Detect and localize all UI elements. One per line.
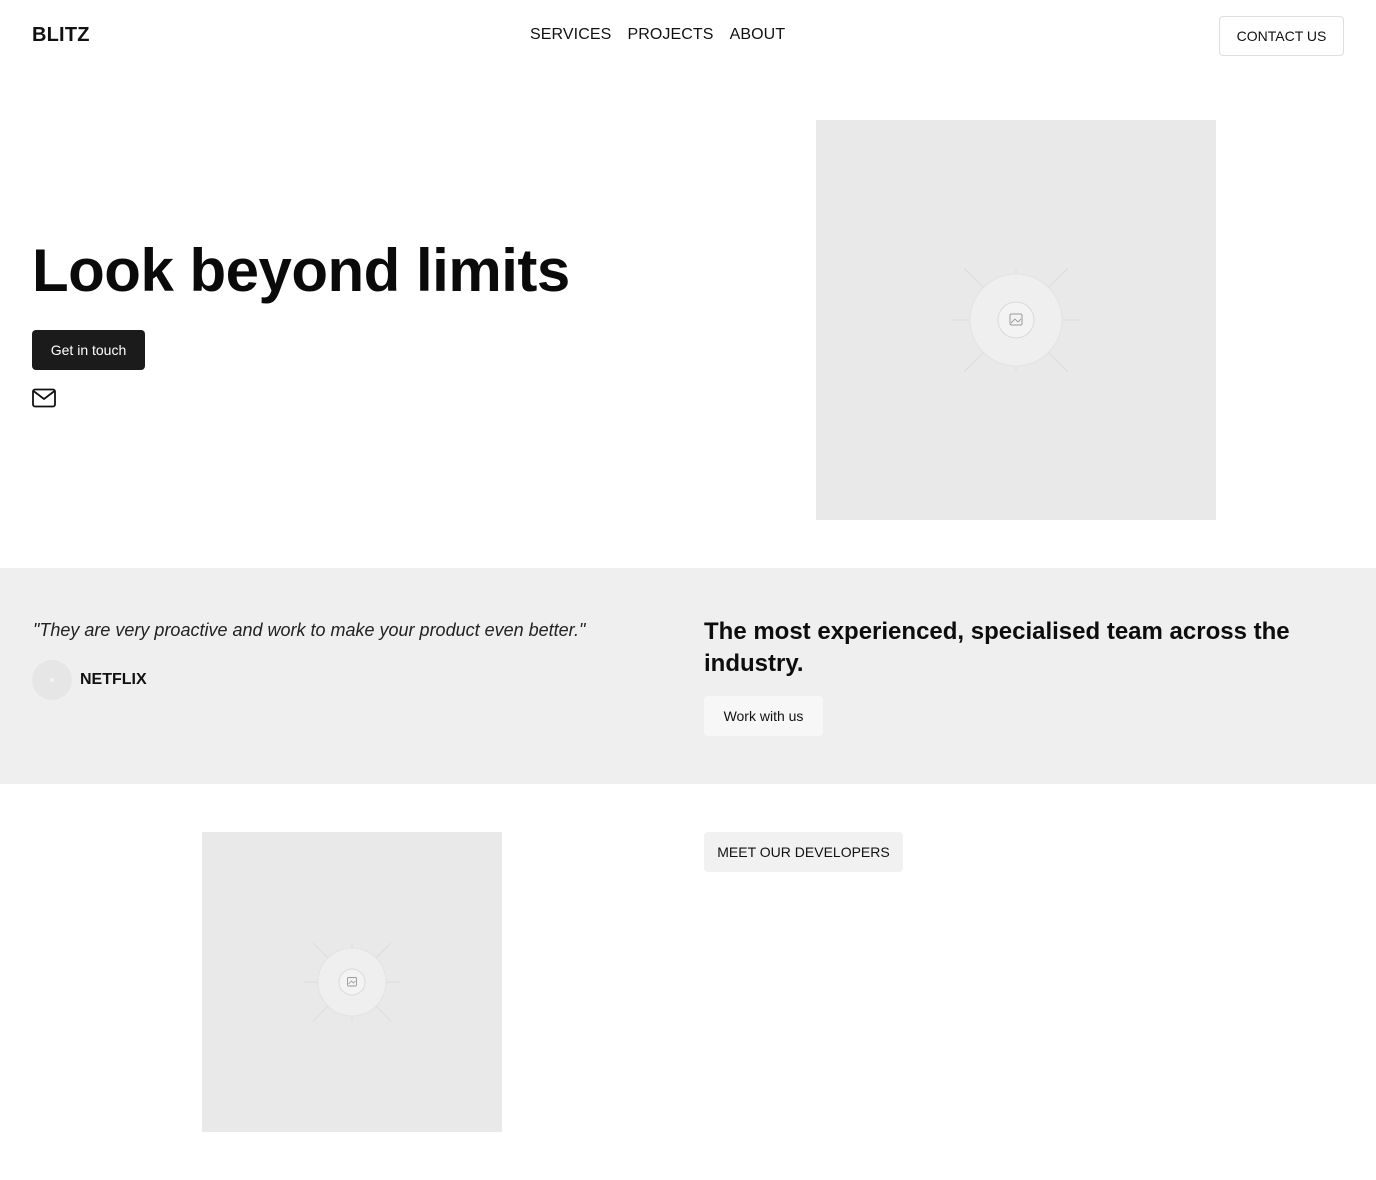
- company-avatar: [32, 660, 72, 700]
- nav-projects[interactable]: PROJECTS: [627, 26, 713, 44]
- hero-image: [816, 120, 1216, 520]
- hero-title: Look beyond limits: [32, 237, 570, 304]
- get-in-touch-button[interactable]: Get in touch: [32, 330, 145, 370]
- nav-services[interactable]: SERVICES: [530, 26, 611, 44]
- nav-about[interactable]: ABOUT: [730, 26, 786, 44]
- work-with-us-button[interactable]: Work with us: [704, 696, 823, 736]
- page: BLITZ SERVICES PROJECTS ABOUT CONTACT US…: [0, 0, 1376, 1180]
- developers-image: [202, 832, 502, 1132]
- main-nav: SERVICES PROJECTS ABOUT: [530, 26, 785, 44]
- team-heading: The most experienced, specialised team a…: [704, 618, 1290, 677]
- image-placeholder-icon: [304, 942, 400, 1022]
- site-header: BLITZ SERVICES PROJECTS ABOUT CONTACT US: [0, 0, 1376, 72]
- meet-developers-button[interactable]: MEET OUR DEVELOPERS: [704, 832, 903, 872]
- mail-icon[interactable]: [32, 388, 56, 408]
- company-name: NETFLIX: [80, 671, 147, 688]
- image-placeholder-icon: [952, 267, 1080, 373]
- contact-us-button[interactable]: CONTACT US: [1219, 16, 1344, 56]
- testimonial-quote: "They are very proactive and work to mak…: [33, 620, 586, 640]
- logo[interactable]: BLITZ: [32, 24, 90, 47]
